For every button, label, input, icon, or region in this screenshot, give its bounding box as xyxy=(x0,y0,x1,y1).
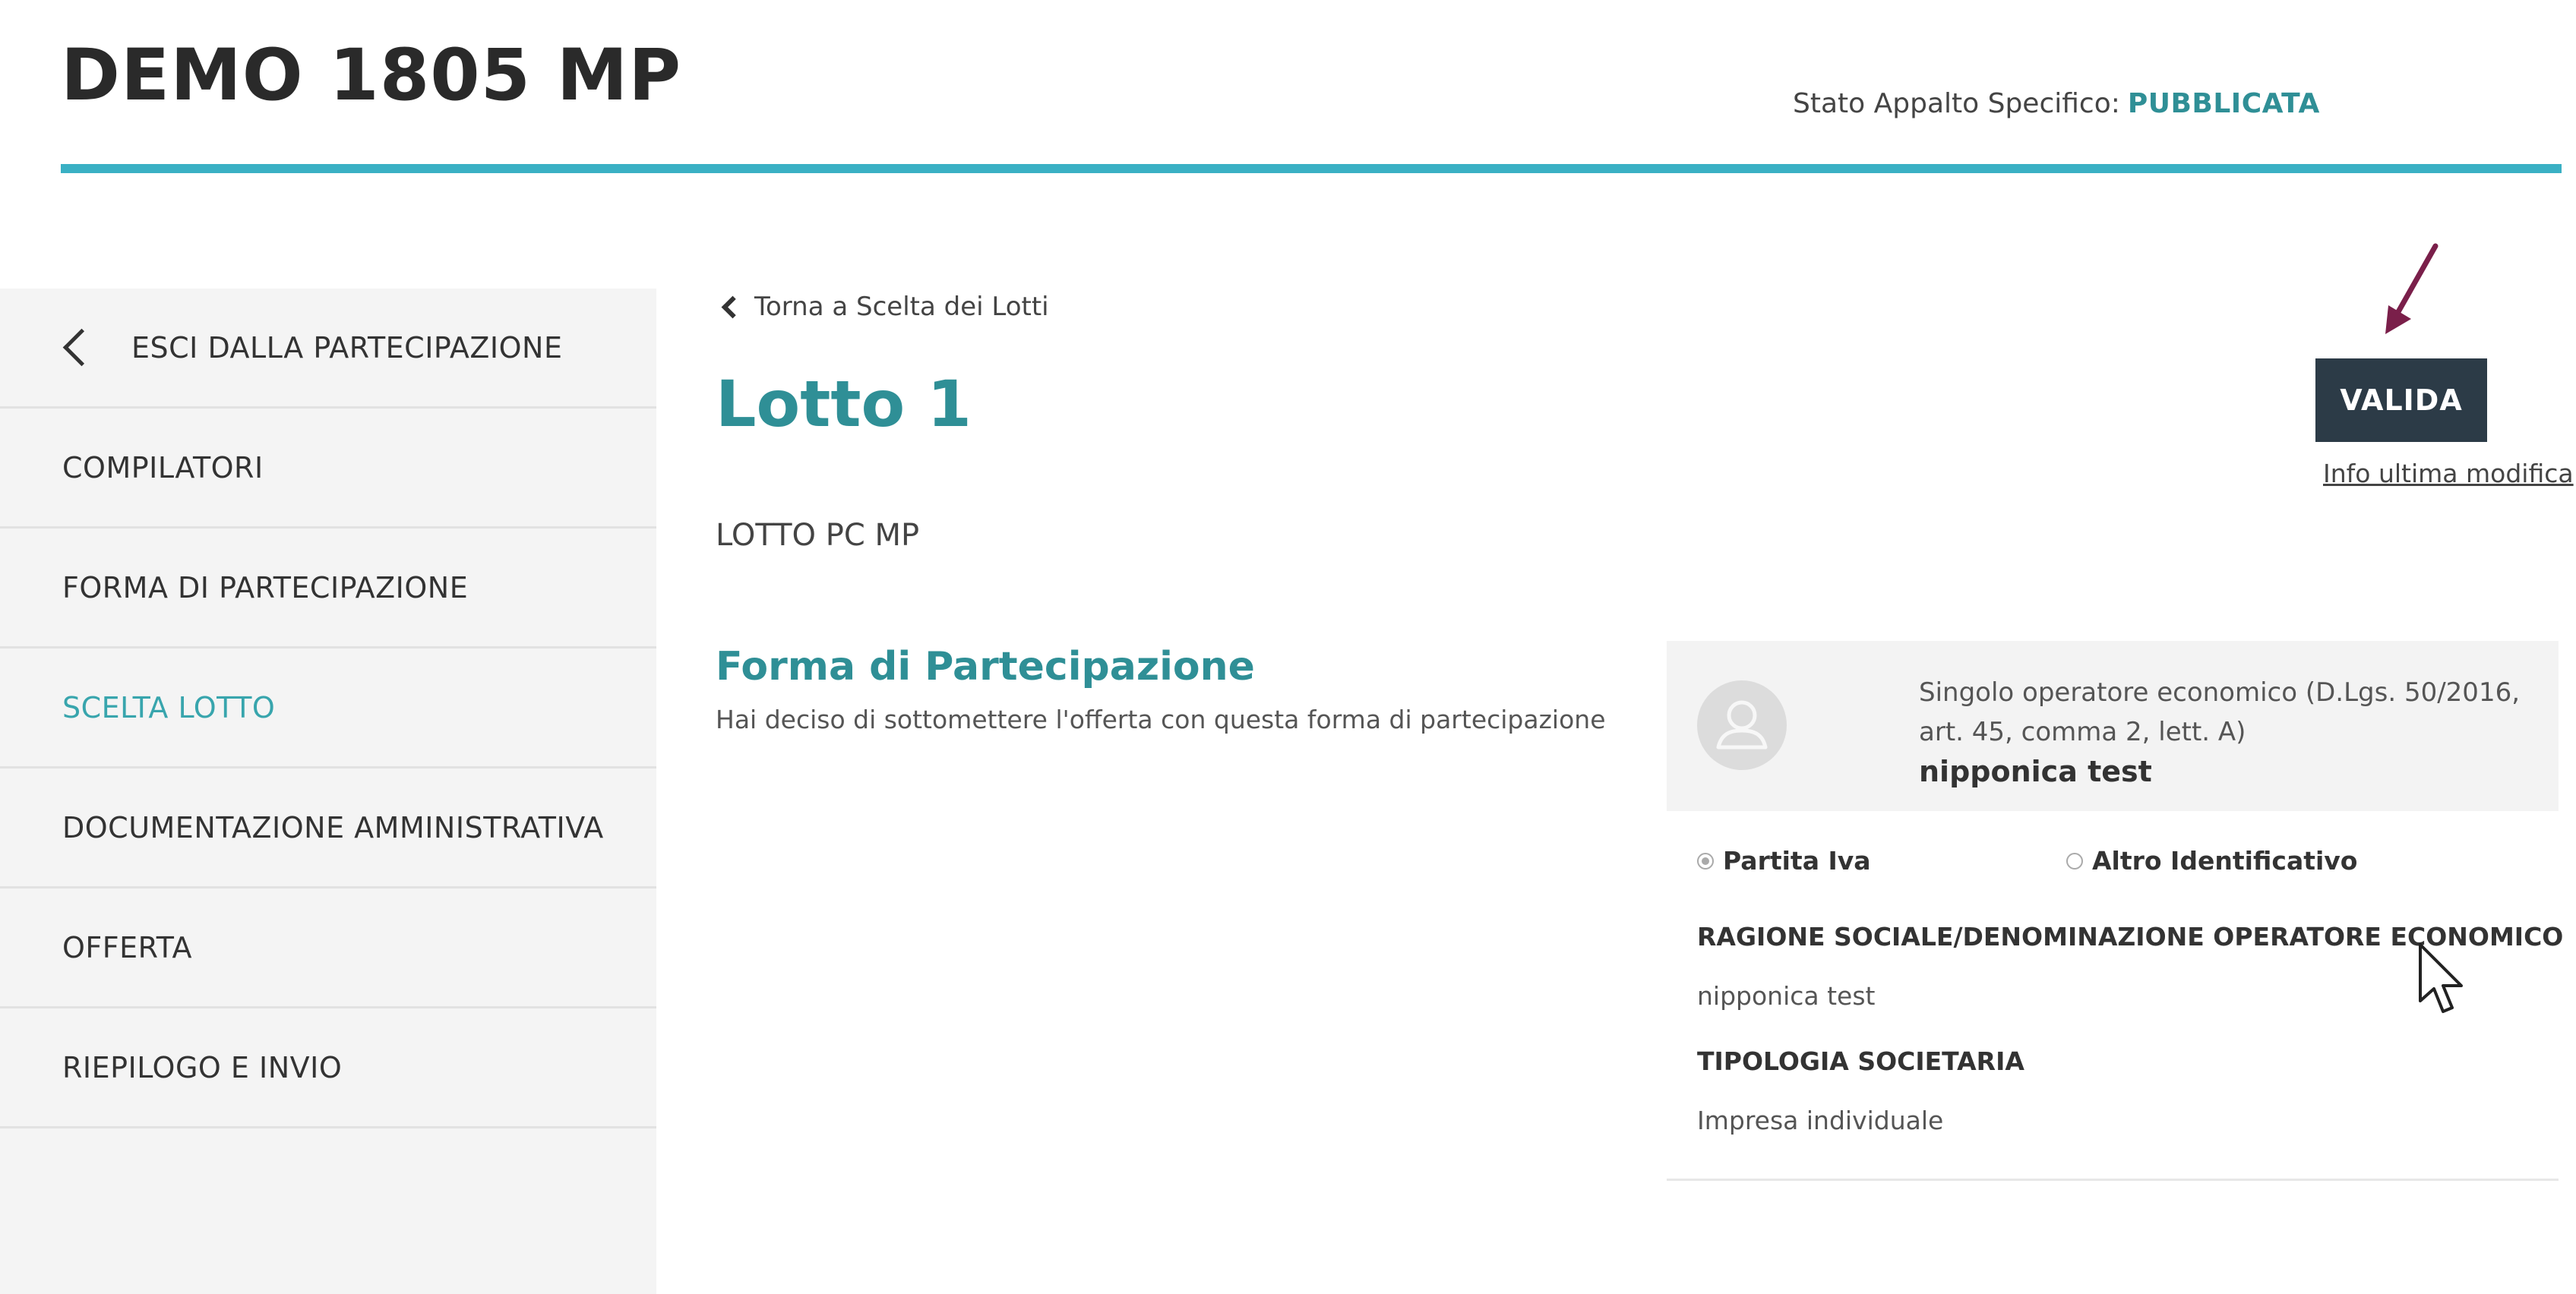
sidebar: ESCI DALLA PARTECIPAZIONE COMPILATORI FO… xyxy=(0,289,656,1294)
sidebar-item-scelta-lotto[interactable]: SCELTA LOTTO xyxy=(0,649,656,769)
status-value: PUBBLICATA xyxy=(2127,88,2320,119)
back-link-label: Torna a Scelta dei Lotti xyxy=(754,292,1049,322)
sidebar-item-riepilogo-invio[interactable]: RIEPILOGO E INVIO xyxy=(0,1008,656,1128)
validate-button[interactable]: VALIDA xyxy=(2315,358,2487,442)
radio-button-icon xyxy=(2066,852,2083,870)
chevron-left-icon xyxy=(721,295,744,318)
exit-participation-button[interactable]: ESCI DALLA PARTECIPAZIONE xyxy=(0,289,656,409)
status-indicator: Stato Appalto Specifico: PUBBLICATA xyxy=(1793,88,2320,119)
operator-card: Singolo operatore economico (D.Lgs. 50/2… xyxy=(1667,641,2563,1181)
sidebar-item-offerta[interactable]: OFFERTA xyxy=(0,888,656,1008)
lot-description: LOTTO PC MP xyxy=(716,518,920,553)
radio-altro-identificativo-label: Altro Identificativo xyxy=(2092,846,2358,876)
chevron-left-icon xyxy=(62,328,101,367)
radio-partita-iva[interactable]: Partita Iva xyxy=(1697,846,1871,876)
operator-type: Singolo operatore economico (D.Lgs. 50/2… xyxy=(1919,677,2521,747)
section-subtitle: Hai deciso di sottomettere l'offerta con… xyxy=(716,705,1606,734)
operator-card-header: Singolo operatore economico (D.Lgs. 50/2… xyxy=(1667,641,2559,811)
status-label: Stato Appalto Specifico: xyxy=(1793,88,2120,119)
sidebar-item-documentazione-amministrativa[interactable]: DOCUMENTAZIONE AMMINISTRATIVA xyxy=(0,769,656,888)
exit-participation-label: ESCI DALLA PARTECIPAZIONE xyxy=(131,330,563,365)
sidebar-item-forma-partecipazione[interactable]: FORMA DI PARTECIPAZIONE xyxy=(0,529,656,649)
field-label-tipologia-societaria: TIPOLOGIA SOCIETARIA xyxy=(1697,1046,2024,1076)
page-title: DEMO 1805 MP xyxy=(61,34,682,117)
field-value-ragione-sociale: nipponica test xyxy=(1697,981,1876,1011)
header-divider xyxy=(61,164,2562,173)
radio-altro-identificativo[interactable]: Altro Identificativo xyxy=(2066,846,2357,876)
lot-title: Lotto 1 xyxy=(716,367,972,441)
operator-name: nipponica test xyxy=(1919,755,2152,788)
annotation-arrow-icon xyxy=(2385,243,2439,334)
radio-partita-iva-label: Partita Iva xyxy=(1723,846,1871,876)
last-modification-info-link[interactable]: Info ultima modifica xyxy=(2323,459,2574,488)
sidebar-item-compilatori[interactable]: COMPILATORI xyxy=(0,409,656,529)
section-title: Forma di Partecipazione xyxy=(716,644,1255,690)
radio-button-icon xyxy=(1697,852,1714,870)
mouse-cursor-icon xyxy=(2419,943,2463,1013)
field-value-tipologia-societaria: Impresa individuale xyxy=(1697,1106,1944,1135)
back-to-lots-link[interactable]: Torna a Scelta dei Lotti xyxy=(721,292,1049,322)
user-avatar-icon xyxy=(1697,680,1787,770)
